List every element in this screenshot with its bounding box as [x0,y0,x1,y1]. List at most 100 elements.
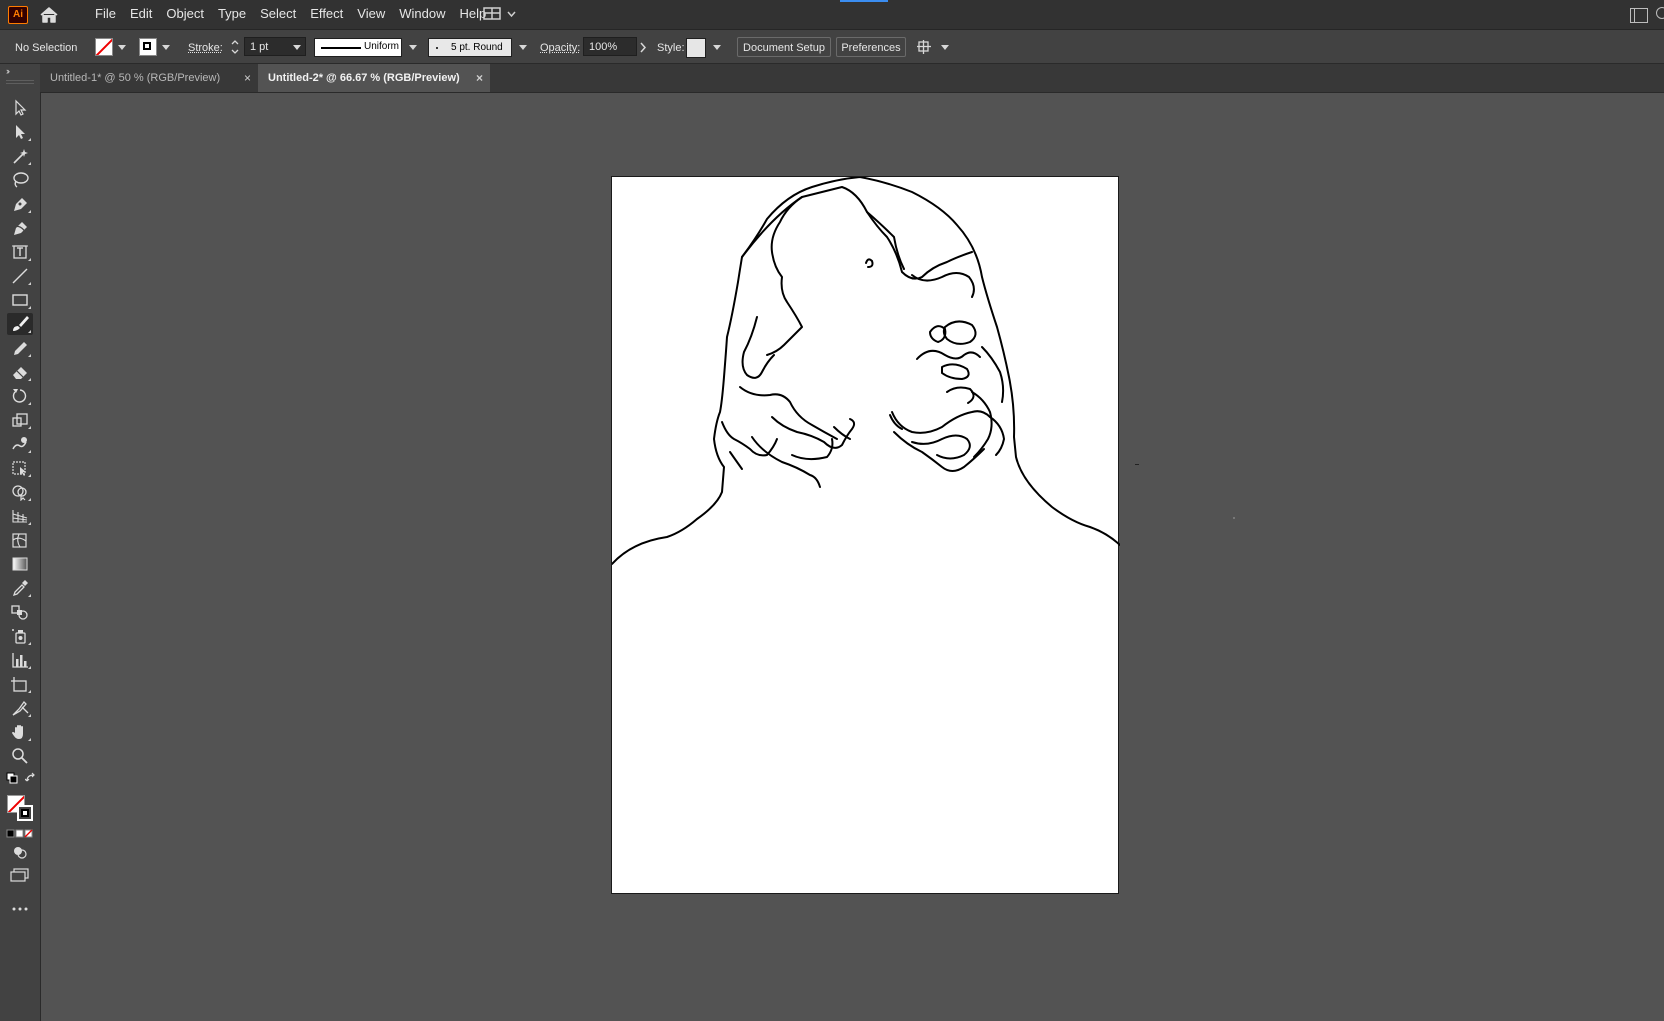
progress-indicator [840,0,888,2]
panel-layout-icon[interactable] [1630,8,1648,23]
pencil-tool-icon[interactable] [7,337,33,359]
default-fill-stroke-icon[interactable] [6,772,18,784]
curvature-tool-icon[interactable] [7,217,33,239]
brush-definition[interactable]: 5 pt. Round [428,38,512,57]
line-segment-tool-icon[interactable] [7,265,33,287]
mesh-tool-icon[interactable] [7,529,33,551]
mouth-left [833,426,851,440]
stroke-stepper-icon[interactable] [230,38,240,56]
eyedropper-tool-icon[interactable] [7,577,33,599]
preferences-button[interactable]: Preferences [836,37,906,57]
right-beard-4 [971,391,993,458]
tab-label: Untitled-1* @ 50 % (RGB/Preview) [50,72,221,84]
pen-tool-icon[interactable] [7,193,33,215]
left-beard-3 [751,436,821,488]
variable-width-profile[interactable]: Uniform [314,38,402,57]
artboard[interactable] [611,176,1120,895]
slice-tool-icon[interactable] [7,697,33,719]
right-eye-blob-1 [942,320,977,345]
rotate-tool-icon[interactable] [7,385,33,407]
document-tabs: Untitled-1* @ 50 % (RGB/Preview) × Untit… [40,64,1664,93]
arrange-documents-icon[interactable] [482,6,522,22]
stroke-color-box[interactable] [17,805,33,821]
paintbrush-tool-icon[interactable] [7,313,33,335]
lasso-tool-icon[interactable] [7,169,33,191]
left-beard-1 [721,421,778,457]
shape-builder-tool-icon[interactable] [7,481,33,503]
stroke-swatch[interactable] [139,38,157,56]
menu-items: File Edit Object Type Select Effect View… [88,0,493,29]
brush-label: 5 pt. Round [451,42,503,53]
opacity-input[interactable]: 100% [583,37,637,56]
right-beard-5 [946,386,975,404]
warp-tool-icon[interactable] [7,433,33,455]
direct-selection-tool-icon[interactable] [7,121,33,143]
align-icon[interactable] [916,39,934,55]
menu-type[interactable]: Type [211,0,253,29]
left-cheek-detail-1 [741,316,775,379]
menu-edit[interactable]: Edit [123,0,159,29]
gradient-tool-icon[interactable] [7,553,33,575]
color-mode-buttons[interactable] [6,828,34,838]
opacity-label[interactable]: Opacity: [540,42,580,54]
free-transform-tool-icon[interactable] [7,457,33,479]
stroke-profile-label: Uniform [364,41,400,52]
chevron-down-icon[interactable] [293,45,301,50]
scale-tool-icon[interactable] [7,409,33,431]
panel-grip[interactable] [6,80,34,84]
artboard-type-tool-icon[interactable] [7,241,33,263]
hair-outline [741,186,973,280]
stray-mark [1233,517,1235,519]
menu-file[interactable]: File [88,0,123,29]
collapse-panel-icon[interactable]: ›› [6,66,10,76]
column-graph-tool-icon[interactable] [7,649,33,671]
chevron-down-icon[interactable] [519,45,527,50]
search-icon[interactable] [1656,7,1664,19]
hand-tool-icon[interactable] [7,721,33,743]
stroke-label[interactable]: Stroke: [188,42,223,54]
menu-object[interactable]: Object [159,0,211,29]
forehead-mark [865,258,874,268]
artboard-tool-icon[interactable] [7,673,33,695]
chevron-down-icon[interactable] [162,45,170,50]
blend-tool-icon[interactable] [7,601,33,623]
menu-view[interactable]: View [350,0,392,29]
perspective-grid-tool-icon[interactable] [7,505,33,527]
chevron-right-icon[interactable] [637,38,649,57]
magic-wand-tool-icon[interactable] [7,145,33,167]
right-beard-3 [911,434,971,460]
tab-label: Untitled-2* @ 66.67 % (RGB/Preview) [268,72,460,84]
chevron-down-icon[interactable] [941,45,949,50]
more-tools-icon[interactable] [10,902,30,911]
right-cheek-detail-1 [916,349,981,360]
document-setup-button[interactable]: Document Setup [737,37,831,57]
right-beard-1 [891,410,991,434]
chevron-down-icon[interactable] [118,45,126,50]
fill-swatch[interactable] [95,38,113,56]
eraser-tool-icon[interactable] [7,361,33,383]
tab-untitled-1[interactable]: Untitled-1* @ 50 % (RGB/Preview) × [40,64,258,92]
close-icon[interactable]: × [244,64,251,92]
selection-status: No Selection [15,42,78,54]
menu-effect[interactable]: Effect [303,0,350,29]
style-label: Style: [657,42,685,54]
home-icon[interactable] [38,5,60,25]
right-cheek-detail-2 [941,363,970,380]
line-art-figure[interactable] [612,177,1120,895]
close-icon[interactable]: × [476,64,483,92]
menu-select[interactable]: Select [253,0,303,29]
zoom-tool-icon[interactable] [7,745,33,767]
tab-untitled-2[interactable]: Untitled-2* @ 66.67 % (RGB/Preview) × [258,64,490,92]
stray-mark [1135,464,1139,465]
rectangle-tool-icon[interactable] [7,289,33,311]
chevron-down-icon[interactable] [713,45,721,50]
chevron-down-icon[interactable] [409,45,417,50]
graphic-style-swatch[interactable] [686,38,706,58]
swap-fill-stroke-icon[interactable] [24,772,37,784]
menu-window[interactable]: Window [392,0,452,29]
selection-tool-icon[interactable] [7,97,33,119]
screen-mode-icon[interactable] [10,868,30,882]
right-beard-2 [893,431,985,472]
symbol-sprayer-tool-icon[interactable] [7,625,33,647]
drawing-modes-icon[interactable] [12,845,28,859]
